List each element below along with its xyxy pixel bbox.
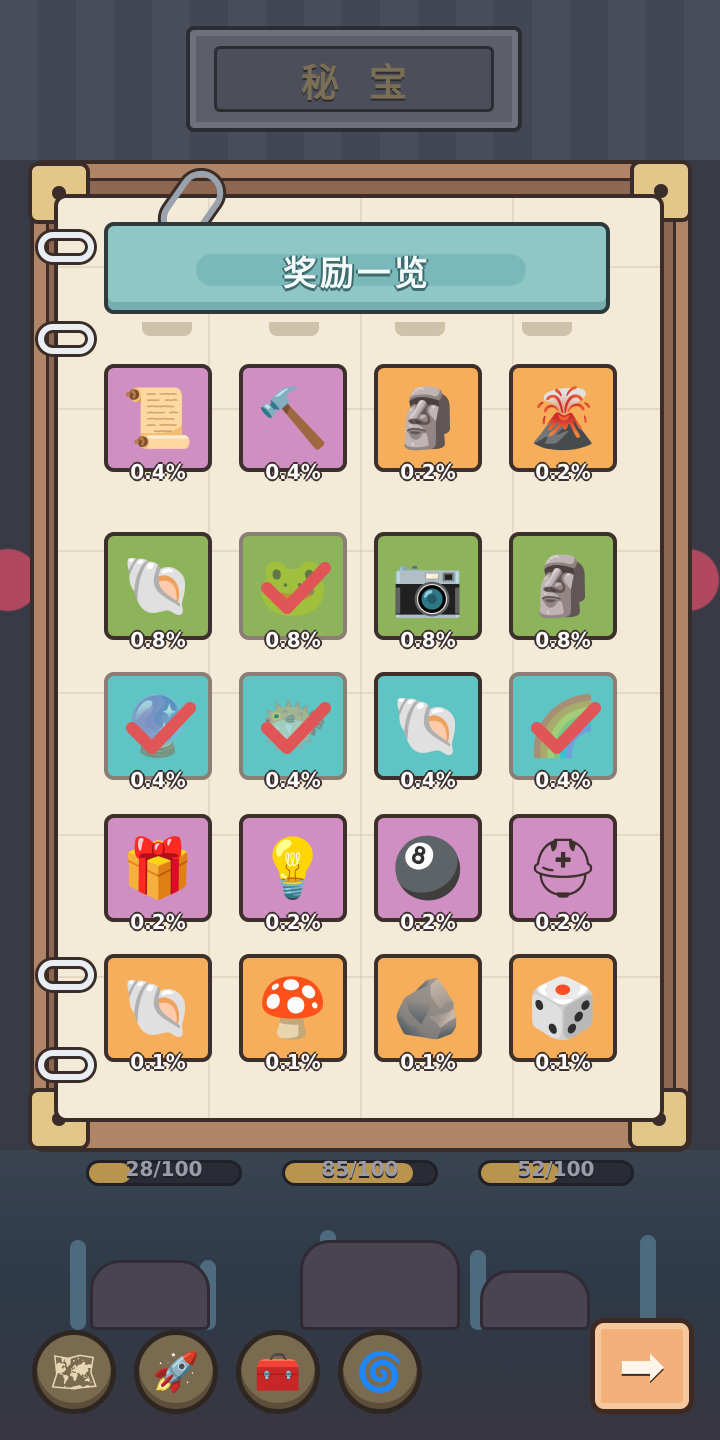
scrolled-tile-edge	[521, 322, 572, 336]
drop-rate-label: 0.1%	[400, 1050, 456, 1074]
light-bulb-icon: 💡	[256, 834, 330, 902]
map-button[interactable]: 🗺	[32, 1330, 116, 1414]
reward-tile[interactable]: 🎲 0.1%	[509, 954, 617, 1074]
binder-ring	[38, 324, 94, 354]
reward-tile[interactable]: ⛑ 0.2%	[509, 814, 617, 934]
mushroom-icon: 🍄	[256, 974, 330, 1042]
reward-tile[interactable]: 🐚 0.8%	[104, 532, 212, 652]
reward-tile[interactable]: 🗿 0.8%	[509, 532, 617, 652]
camera-icon: 📷	[391, 552, 465, 620]
panel-header: 奖励一览	[104, 222, 610, 314]
title-plate: 秘宝	[186, 26, 522, 132]
reward-tile[interactable]: 🌋 0.2%	[509, 364, 617, 484]
drop-rate-label: 0.2%	[535, 910, 591, 934]
drop-rate-label: 0.8%	[400, 628, 456, 652]
tribal-mask-icon: 🗿	[391, 384, 465, 452]
scrolled-tile-edge	[142, 322, 193, 336]
reward-tile[interactable]: 🗿 0.2%	[374, 364, 482, 484]
swirl-shell-icon: 🌀	[356, 1349, 404, 1394]
drop-rate-label: 0.2%	[535, 460, 591, 484]
treasure-chest-icon: 🧰	[254, 1349, 302, 1394]
binder-ring	[38, 1050, 94, 1080]
conch-shell-icon: 🐚	[121, 974, 195, 1042]
scrolled-row-hint	[104, 322, 610, 340]
collected-check-icon	[261, 562, 331, 614]
arrow-right-icon: ➡	[618, 1333, 666, 1399]
drop-rate-label: 0.2%	[400, 910, 456, 934]
reward-tile[interactable]: 🔨 0.4%	[239, 364, 347, 484]
collected-check-icon	[261, 702, 331, 754]
binder-ring	[38, 960, 94, 990]
treasure-chest-button[interactable]: 🧰	[236, 1330, 320, 1414]
progress-label: 52/100	[517, 1157, 595, 1181]
drop-rate-label: 0.8%	[265, 628, 321, 652]
gift-box-icon: 🎁	[121, 834, 195, 902]
next-button[interactable]: ➡	[590, 1318, 694, 1414]
drop-rate-label: 0.4%	[265, 768, 321, 792]
reward-tile[interactable]: 🎱 0.2%	[374, 814, 482, 934]
reward-tile[interactable]: 🐚 0.1%	[104, 954, 212, 1074]
rocket-button[interactable]: 🚀	[134, 1330, 218, 1414]
drop-rate-label: 0.8%	[535, 628, 591, 652]
map-scroll-icon: 📜	[121, 384, 195, 452]
drop-rate-label: 0.2%	[265, 910, 321, 934]
map-icon: 🗺	[49, 1349, 99, 1394]
collected-check-icon	[531, 702, 601, 754]
reward-tile[interactable]: 🪨 0.1%	[374, 954, 482, 1074]
stone-golem-icon: 🪨	[391, 974, 465, 1042]
seaweed	[640, 1235, 656, 1330]
reward-tile[interactable]: 🐡 0.4%	[239, 672, 347, 792]
ammonite-icon: 🐚	[391, 692, 465, 760]
drop-rate-label: 0.1%	[535, 1050, 591, 1074]
progress-bar: 52/100	[478, 1157, 634, 1186]
progress-bar: 85/100	[282, 1157, 438, 1186]
collected-check-icon	[126, 702, 196, 754]
scrolled-tile-edge	[268, 322, 319, 336]
drop-rate-label: 0.4%	[265, 460, 321, 484]
helmet-icon: ⛑	[526, 834, 600, 902]
reward-tile[interactable]: 🔮 0.4%	[104, 672, 212, 792]
drop-rate-label: 0.4%	[400, 768, 456, 792]
stone-head-icon: 🗿	[526, 552, 600, 620]
dice-icon: 🎲	[526, 974, 600, 1042]
drop-rate-label: 0.4%	[535, 768, 591, 792]
drop-rate-label: 0.4%	[130, 768, 186, 792]
page-title: 秘宝	[300, 59, 437, 105]
progress-label: 28/100	[125, 1157, 203, 1181]
rock	[480, 1270, 590, 1330]
volcano-icon: 🌋	[526, 384, 600, 452]
scrolled-tile-edge	[395, 322, 446, 336]
progress-label: 85/100	[321, 1157, 399, 1181]
drop-rate-label: 0.8%	[130, 628, 186, 652]
drop-rate-label: 0.1%	[265, 1050, 321, 1074]
reward-tile[interactable]: 🎁 0.2%	[104, 814, 212, 934]
reward-tile[interactable]: 💡 0.2%	[239, 814, 347, 934]
reward-tile[interactable]: 🐚 0.4%	[374, 672, 482, 792]
drop-rate-label: 0.1%	[130, 1050, 186, 1074]
rock	[90, 1260, 210, 1330]
drop-rate-label: 0.4%	[130, 460, 186, 484]
reward-tile[interactable]: 📷 0.8%	[374, 532, 482, 652]
reward-tile[interactable]: 🌈 0.4%	[509, 672, 617, 792]
reward-tile[interactable]: 🍄 0.1%	[239, 954, 347, 1074]
rock	[300, 1240, 460, 1330]
bowling-ball-icon: 🎱	[391, 834, 465, 902]
eyeball-shell-icon: 🐚	[121, 552, 195, 620]
drop-rate-label: 0.2%	[400, 460, 456, 484]
progress-bar: 28/100	[86, 1157, 242, 1186]
swirl-shell-button[interactable]: 🌀	[338, 1330, 422, 1414]
reward-tile[interactable]: 📜 0.4%	[104, 364, 212, 484]
title-plate-inner: 秘宝	[214, 46, 494, 112]
panel-title: 奖励一览	[283, 254, 431, 294]
reward-tile[interactable]: 🐸 0.8%	[239, 532, 347, 652]
hammer-icon: 🔨	[256, 384, 330, 452]
seaweed	[70, 1240, 86, 1330]
binder-ring	[38, 232, 94, 262]
drop-rate-label: 0.2%	[130, 910, 186, 934]
rocket-icon: 🚀	[152, 1349, 200, 1394]
